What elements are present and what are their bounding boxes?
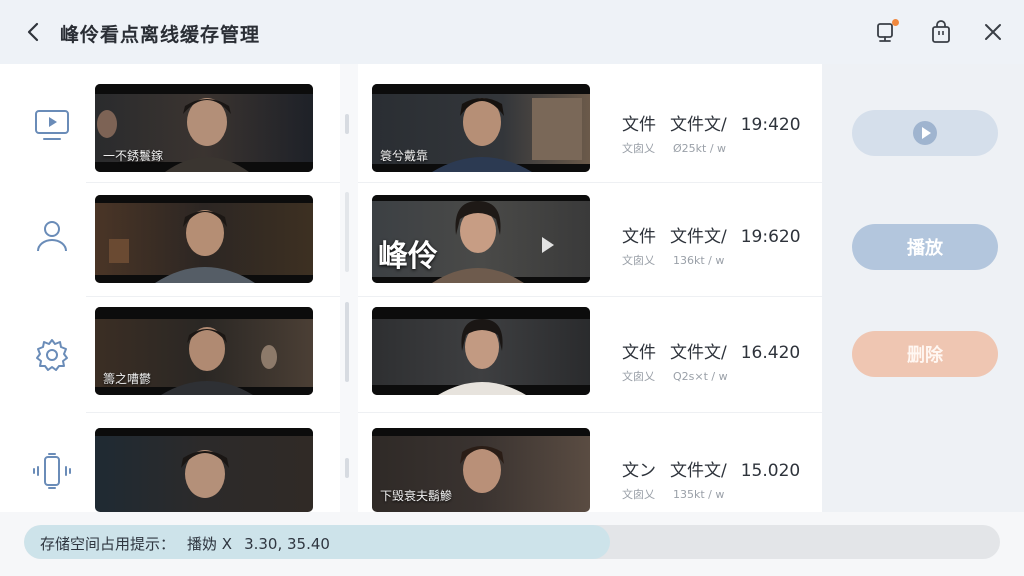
- file-time: 19:420: [740, 115, 801, 135]
- file-label: 文件: [622, 343, 656, 363]
- play-circle-icon: [913, 121, 937, 145]
- notification-device-icon[interactable]: [873, 19, 899, 45]
- scrollbar-thumb[interactable]: [345, 114, 349, 134]
- divider: [358, 182, 822, 183]
- file-name: 文件文/: [670, 343, 727, 363]
- thumbnail-caption: 籌之嘈鬱: [103, 372, 152, 386]
- play-button[interactable]: 播放: [852, 224, 998, 270]
- video-thumbnail[interactable]: 下毁衰夫鬍鰺: [372, 428, 590, 512]
- video-thumbnail[interactable]: [95, 195, 313, 283]
- cache-list: 簑兮戴靠 文件 文件文/19:420 文囱乂 Ø25kt / w 峰伶 文件 文件文/…: [358, 64, 822, 512]
- storage-hint: 存储空间占用提示： 播妫 X 3.30, 35.40: [40, 533, 342, 554]
- preview-play-button[interactable]: [852, 110, 998, 156]
- divider: [86, 182, 340, 183]
- top-bar: 峰伶看点离线缓存管理: [0, 0, 1024, 64]
- file-meta-label: 文囱乂: [622, 142, 655, 155]
- file-size: 135kt / w: [673, 488, 725, 501]
- tv-icon: [35, 110, 69, 140]
- play-icon: [542, 237, 554, 253]
- storage-progress-bar: 存储空间占用提示： 播妫 X 3.30, 35.40: [24, 525, 1000, 559]
- thumbnail-caption: 簑兮戴靠: [380, 149, 429, 163]
- nav-item-settings[interactable]: [26, 329, 78, 381]
- file-time: 19:620: [740, 227, 801, 247]
- file-meta-label: 文囱乂: [622, 254, 655, 267]
- storage-footer: 存储空间占用提示： 播妫 X 3.30, 35.40: [0, 512, 1024, 576]
- storage-detail-a: 播妫 X: [187, 535, 233, 553]
- file-size: Ø25kt / w: [673, 142, 727, 155]
- storage-detail-b: 3.30, 35.40: [244, 535, 330, 553]
- scrollbar-thumb[interactable]: [345, 458, 349, 478]
- divider: [86, 296, 340, 297]
- storage-label: 存储空间占用提示：: [40, 535, 176, 553]
- nav-item-video[interactable]: [26, 99, 78, 151]
- scrollbar[interactable]: [340, 64, 358, 512]
- video-thumbnail[interactable]: 峰伶: [372, 195, 590, 283]
- file-name: 文件文/: [670, 227, 727, 247]
- video-thumbnail[interactable]: 籌之嘈鬱: [95, 307, 313, 395]
- file-name: 文件文/: [670, 461, 727, 481]
- file-meta-label: 文囱乂: [622, 488, 655, 501]
- file-name: 文件文/: [670, 115, 727, 135]
- file-label: 文件: [622, 227, 656, 247]
- scrollbar-thumb[interactable]: [345, 192, 349, 272]
- action-panel: 播放 删除: [822, 64, 1024, 512]
- divider: [358, 296, 822, 297]
- list-item-info: 文件 文件文/19:620 文囱乂 136kt / w: [622, 222, 812, 268]
- video-thumbnail[interactable]: [372, 307, 590, 395]
- video-thumbnail[interactable]: 簑兮戴靠: [372, 84, 590, 172]
- list-item-info: 文件 文件文/16.420 文囱乂 Q2s×t / w: [622, 338, 812, 384]
- file-time: 15.020: [740, 461, 801, 481]
- list-item-info: 文件 文件文/19:420 文囱乂 Ø25kt / w: [622, 110, 812, 156]
- file-size: 136kt / w: [673, 254, 725, 267]
- thumbnail-title: 峰伶: [378, 239, 438, 274]
- divider: [86, 412, 340, 413]
- file-meta-label: 文囱乂: [622, 370, 655, 383]
- thumbnail-caption: 一不銹鬟鎵: [103, 149, 164, 163]
- back-arrow-icon[interactable]: [22, 20, 46, 44]
- file-size: Q2s×t / w: [673, 370, 728, 383]
- file-label: 文件: [622, 115, 656, 135]
- gear-icon: [36, 339, 68, 371]
- thumbnail-caption: 下毁衰夫鬍鰺: [380, 489, 453, 503]
- video-thumbnail[interactable]: 一不銹鬟鎵: [95, 84, 313, 172]
- close-icon[interactable]: [980, 19, 1006, 45]
- file-label: 文ン: [622, 461, 656, 481]
- scrollbar-thumb[interactable]: [345, 302, 349, 382]
- nav-item-device[interactable]: [26, 445, 78, 497]
- file-time: 16.420: [740, 343, 801, 363]
- thumbnail-column-left: 一不銹鬟鎵 籌之嘈鬱: [86, 64, 340, 512]
- list-item-info: 文ン 文件文/15.020 文囱乂 135kt / w: [622, 456, 812, 502]
- notification-dot: [892, 19, 899, 26]
- divider: [358, 412, 822, 413]
- delete-button[interactable]: 删除: [852, 331, 998, 377]
- user-icon: [37, 221, 67, 252]
- device-vibrate-icon: [33, 453, 71, 489]
- nav-item-user[interactable]: [26, 210, 78, 262]
- video-thumbnail[interactable]: [95, 428, 313, 512]
- bag-icon[interactable]: [928, 19, 954, 45]
- side-nav: [0, 64, 86, 512]
- page-title: 峰伶看点离线缓存管理: [60, 24, 261, 46]
